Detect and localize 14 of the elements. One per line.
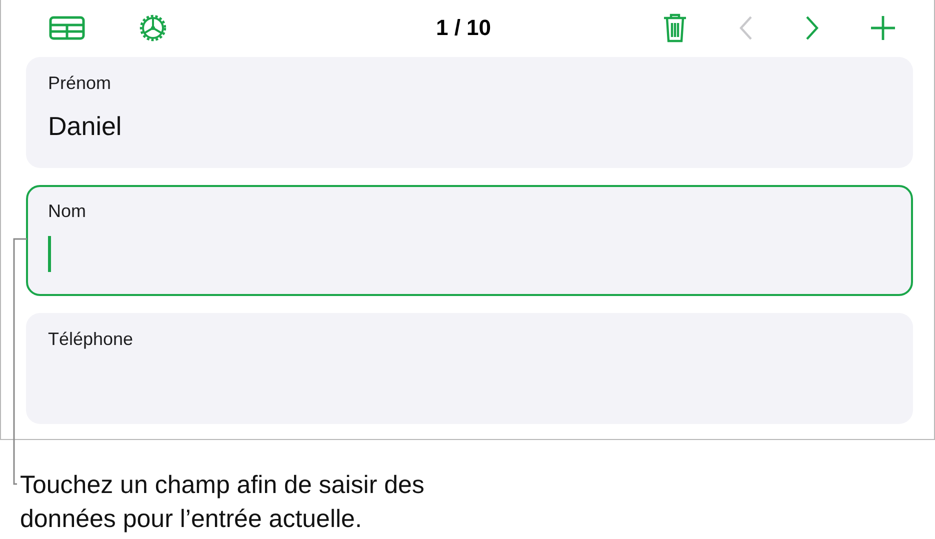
field-label: Prénom bbox=[48, 73, 112, 94]
field-label: Téléphone bbox=[48, 329, 134, 350]
field-label: Nom bbox=[48, 201, 88, 222]
add-icon[interactable] bbox=[870, 14, 896, 40]
trash-icon[interactable] bbox=[662, 12, 688, 42]
form-field[interactable]: Téléphone bbox=[26, 313, 913, 424]
field-value: Daniel bbox=[48, 110, 122, 142]
callout-text: Touchez un champ afin de saisir des données pour l’entrée actuelle. bbox=[20, 470, 426, 535]
form-field[interactable]: Nom bbox=[26, 185, 913, 296]
form-field[interactable]: Prénom Daniel bbox=[26, 57, 913, 168]
text-cursor bbox=[48, 236, 51, 272]
record-counter: 1 / 10 bbox=[436, 14, 492, 40]
table-icon[interactable] bbox=[49, 16, 85, 40]
next-icon[interactable] bbox=[804, 14, 820, 40]
